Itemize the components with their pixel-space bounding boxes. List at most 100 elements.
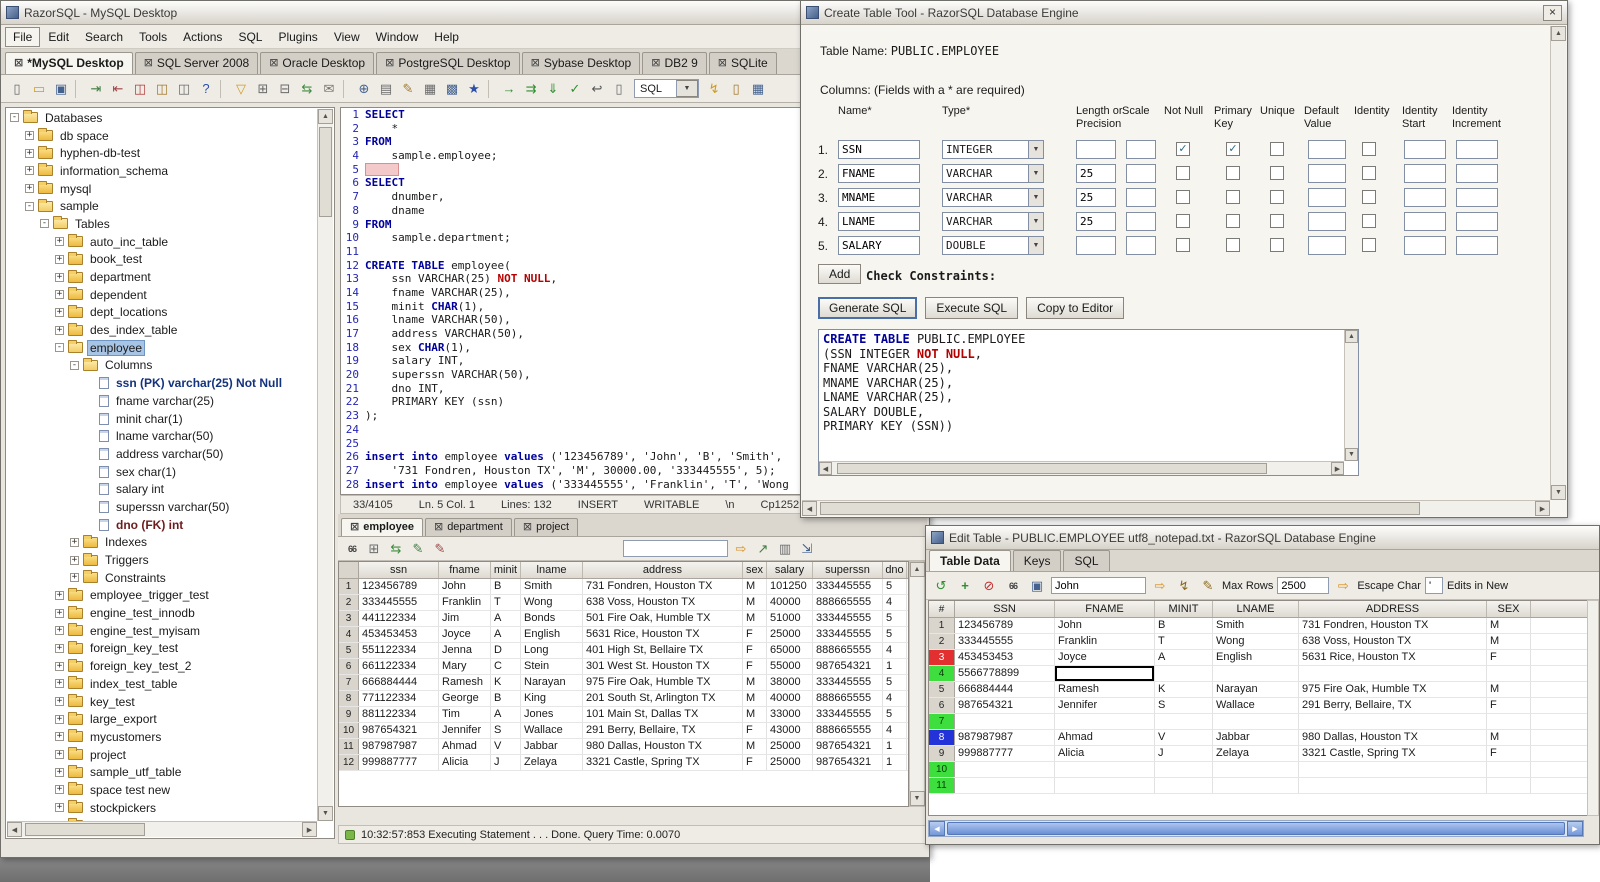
- tree-item-engine-test-myisam[interactable]: + engine_test_myisam: [7, 622, 317, 640]
- tree-expander[interactable]: +: [55, 643, 64, 653]
- id-start-field[interactable]: [1404, 212, 1446, 231]
- open-folder-icon[interactable]: ▭: [29, 79, 49, 99]
- table-export-icon[interactable]: ⇲: [797, 539, 817, 559]
- menu-tools[interactable]: Tools: [131, 27, 175, 47]
- column-header-superssn[interactable]: superssn: [813, 562, 883, 578]
- close-tab-icon[interactable]: ⊠: [718, 58, 727, 69]
- checkbox-identity[interactable]: [1362, 238, 1376, 252]
- grid-icon[interactable]: ▦: [748, 79, 768, 99]
- dropdown-arrow-icon[interactable]: ▼: [1028, 165, 1043, 182]
- checkbox-not-null[interactable]: [1176, 214, 1190, 228]
- sql-mode-dropdown[interactable]: SQL ▼: [634, 79, 700, 98]
- table-row[interactable]: 1 123456789 John B Smith 731 Fondren, Houston…: [339, 579, 908, 595]
- scrollbar-thumb[interactable]: [25, 823, 145, 836]
- id-inc-field[interactable]: [1456, 140, 1498, 159]
- scroll-right-icon[interactable]: ▶: [1567, 821, 1583, 836]
- table-row[interactable]: 9 999887777 Alicia J Zelaya 3321 Castle, Spri…: [929, 746, 1587, 762]
- table-row[interactable]: 8 987987987 Ahmad V Jabbar 980 Dallas, Housto…: [929, 730, 1587, 746]
- database-edit-icon[interactable]: ◫: [152, 79, 172, 99]
- help-icon[interactable]: ?: [196, 79, 216, 99]
- scroll-right-icon[interactable]: ▶: [302, 822, 317, 837]
- table-row[interactable]: 11 987987987 Ahmad V Jabbar 980 Dallas, Houst…: [339, 739, 908, 755]
- scroll-up-icon[interactable]: ▲: [909, 562, 925, 577]
- scale-field[interactable]: [1126, 212, 1156, 231]
- undo-icon[interactable]: ↩: [587, 79, 607, 99]
- database-export-icon[interactable]: ◫: [130, 79, 150, 99]
- checkbox-unique[interactable]: [1270, 238, 1284, 252]
- type-dropdown[interactable]: DOUBLE ▼: [942, 236, 1044, 255]
- scroll-down-icon[interactable]: ▼: [1551, 485, 1566, 500]
- type-dropdown[interactable]: VARCHAR ▼: [942, 188, 1044, 207]
- tree-item-department[interactable]: + department: [7, 268, 317, 286]
- sql-horizontal-scrollbar[interactable]: ◀ ▶: [819, 461, 1344, 475]
- pages-icon[interactable]: ▤: [376, 79, 396, 99]
- filter-icon[interactable]: ▽: [231, 79, 251, 99]
- length-field[interactable]: [1076, 140, 1116, 159]
- tree-item-dept-locations[interactable]: + dept_locations: [7, 304, 317, 322]
- find-glasses-icon[interactable]: 66: [1003, 576, 1023, 596]
- table-row[interactable]: 11: [929, 778, 1587, 794]
- go-arrow-icon[interactable]: ⇨: [1150, 576, 1170, 596]
- tree-expander[interactable]: -: [40, 219, 49, 229]
- length-field[interactable]: [1076, 164, 1116, 183]
- checkbox-primary-key[interactable]: [1226, 166, 1240, 180]
- tree-expander[interactable]: +: [55, 590, 64, 600]
- tree-item-salary-int[interactable]: salary int: [7, 480, 317, 498]
- table-row[interactable]: 3 453453453 Joyce A English 5631 Rice, Housto…: [929, 650, 1587, 666]
- scale-field[interactable]: [1126, 164, 1156, 183]
- column-header-address[interactable]: ADDRESS: [1299, 601, 1487, 617]
- table-row[interactable]: 9 881122334 Tim A Jones 101 Main St, Dallas T…: [339, 707, 908, 723]
- menu-help[interactable]: Help: [426, 27, 467, 47]
- checkbox-identity[interactable]: [1362, 142, 1376, 156]
- tree-expander[interactable]: +: [25, 148, 34, 158]
- tree-expander[interactable]: +: [55, 290, 64, 300]
- tree-expander[interactable]: +: [55, 237, 64, 247]
- checkbox-unique[interactable]: [1270, 142, 1284, 156]
- tree-item-stockpickers[interactable]: + stockpickers: [7, 799, 317, 817]
- close-tab-icon[interactable]: ⊠: [144, 58, 153, 69]
- table-row[interactable]: 7: [929, 714, 1587, 730]
- go-arrow2-icon[interactable]: ⇨: [1333, 576, 1353, 596]
- tree-item-key-test[interactable]: + key_test: [7, 693, 317, 711]
- close-tab-icon[interactable]: ⊠: [350, 522, 359, 533]
- tree-expander[interactable]: +: [55, 254, 64, 264]
- scrollbar-thumb[interactable]: [319, 127, 332, 217]
- checkbox-not-null[interactable]: ✓: [1176, 142, 1190, 156]
- connection-tab-postgresql-desktop[interactable]: ⊠ PostgreSQL Desktop: [376, 52, 520, 74]
- refresh-icon[interactable]: ↺: [931, 576, 951, 596]
- tree-item-engine-test-innodb[interactable]: + engine_test_innodb: [7, 604, 317, 622]
- settings-icon[interactable]: ⊕: [354, 79, 374, 99]
- disconnect-icon[interactable]: ⇤: [108, 79, 128, 99]
- table-row[interactable]: 10 987654321 Jennifer S Wallace 291 Berry, Be…: [339, 723, 908, 739]
- close-tab-icon[interactable]: ⊠: [523, 522, 532, 533]
- checkbox-primary-key[interactable]: ✓: [1226, 142, 1240, 156]
- checkbox-identity[interactable]: [1362, 190, 1376, 204]
- go-arrow-icon[interactable]: ⇨: [731, 539, 751, 559]
- tree-expander[interactable]: +: [55, 679, 64, 689]
- close-tab-icon[interactable]: ⊠: [531, 58, 540, 69]
- length-field[interactable]: [1076, 236, 1116, 255]
- tree-expander[interactable]: +: [55, 767, 64, 777]
- scroll-down-icon[interactable]: ▼: [318, 806, 333, 821]
- tree-item-fname-varchar-25[interactable]: fname varchar(25): [7, 392, 317, 410]
- tree-expander[interactable]: +: [55, 697, 64, 707]
- scroll-up-icon[interactable]: ▲: [1345, 330, 1358, 343]
- tree-expander[interactable]: +: [55, 750, 64, 760]
- id-start-field[interactable]: [1404, 164, 1446, 183]
- edit-pencil-icon[interactable]: ✎: [398, 79, 418, 99]
- tree-item-lname-varchar-50[interactable]: lname varchar(50): [7, 427, 317, 445]
- close-tab-icon[interactable]: ⊠: [269, 58, 278, 69]
- id-start-field[interactable]: [1404, 140, 1446, 159]
- run-arrow-icon[interactable]: →: [499, 79, 519, 99]
- checkbox-identity[interactable]: [1362, 214, 1376, 228]
- scroll-left-icon[interactable]: ◀: [7, 822, 22, 837]
- checkbox-not-null[interactable]: [1176, 190, 1190, 204]
- connection-tab-db2-9[interactable]: ⊠ DB2 9: [642, 52, 707, 74]
- scrollbar-thumb[interactable]: [947, 822, 1565, 835]
- tree-item-employee-trigger-test[interactable]: + employee_trigger_test: [7, 587, 317, 605]
- edit-vertical-scrollbar[interactable]: [1587, 600, 1599, 816]
- tree-item-minit-char-1[interactable]: minit char(1): [7, 410, 317, 428]
- tab-table-data[interactable]: Table Data: [929, 550, 1011, 571]
- tree-item-columns[interactable]: - Columns: [7, 357, 317, 375]
- column-header-lname[interactable]: lname: [521, 562, 583, 578]
